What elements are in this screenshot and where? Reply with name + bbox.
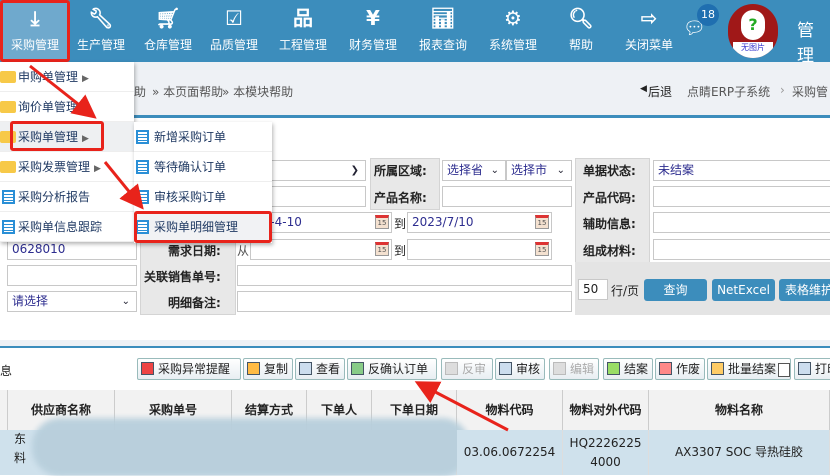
arrow-1: [29, 64, 97, 119]
arrow-3: [414, 381, 509, 432]
arrow-2: [103, 161, 144, 210]
annotation-arrows: [29, 64, 509, 432]
